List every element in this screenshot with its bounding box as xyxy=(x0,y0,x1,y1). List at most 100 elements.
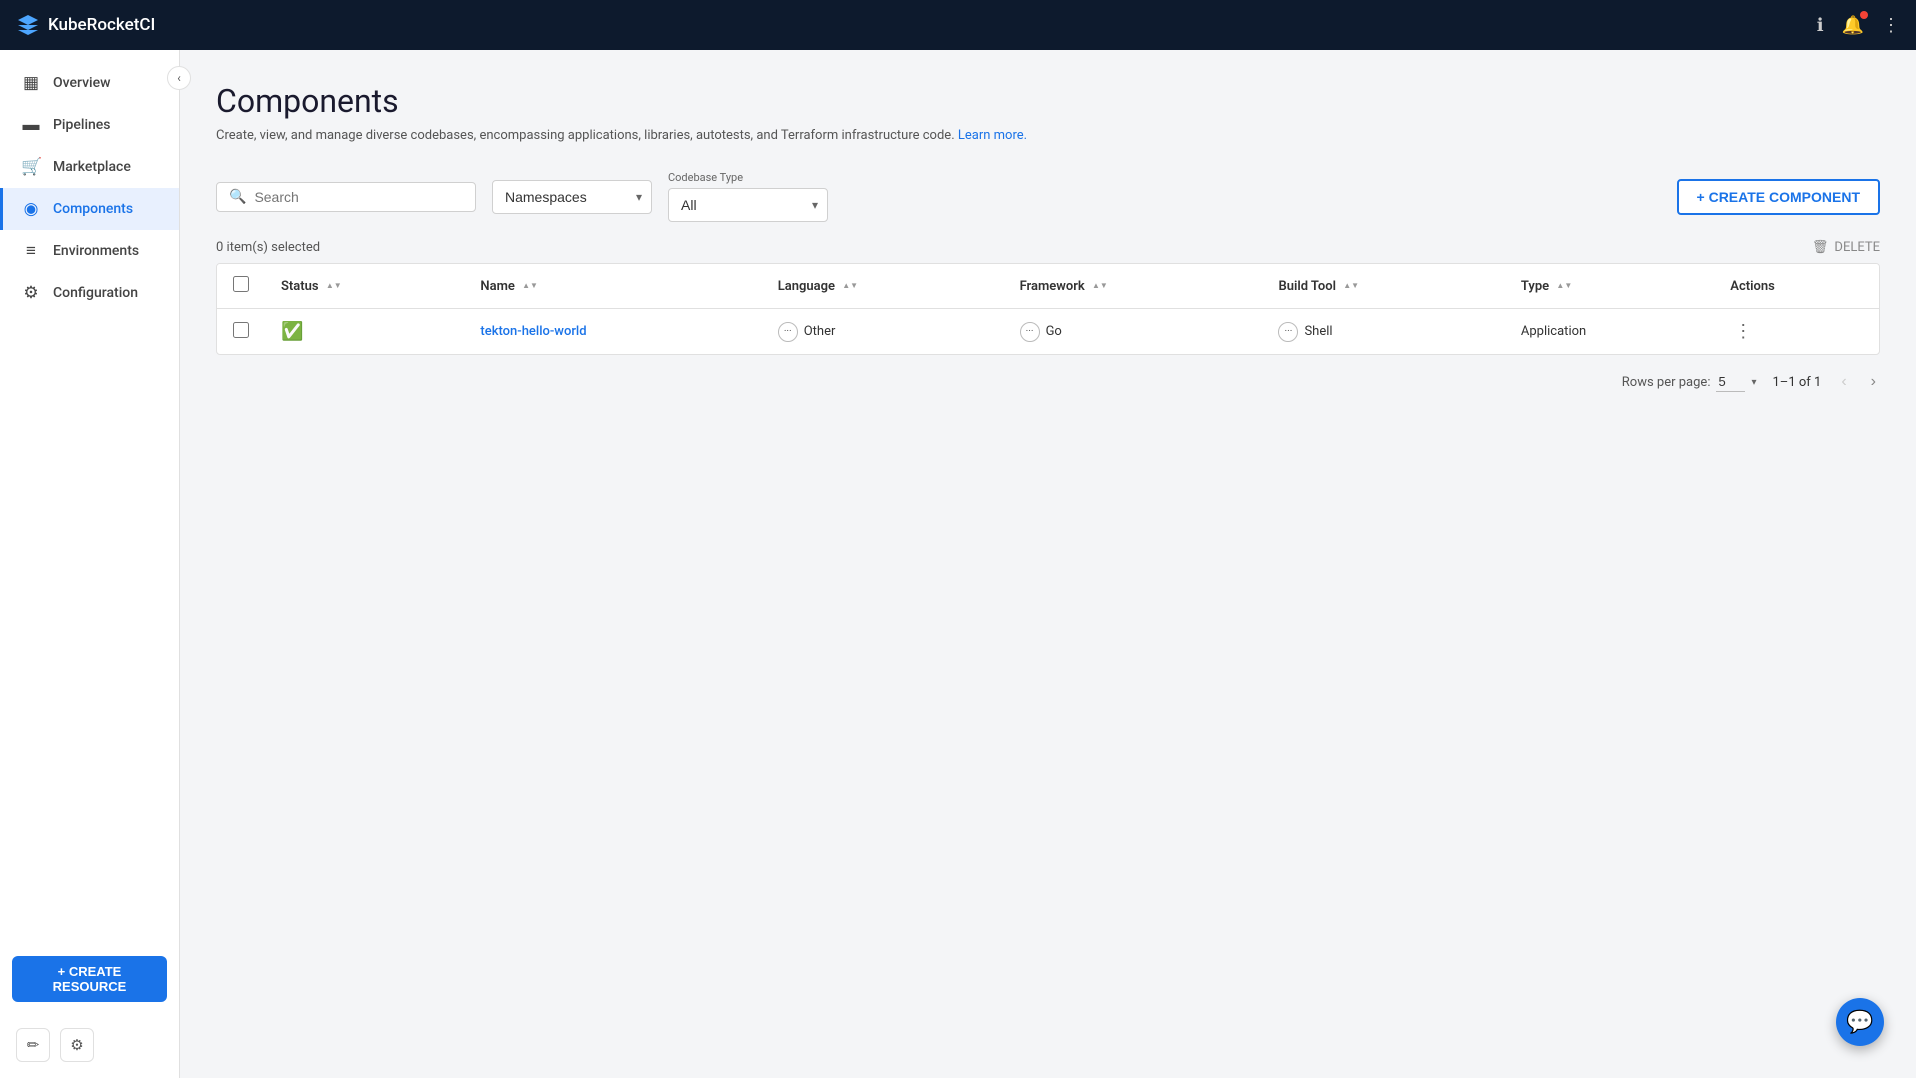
row-language-value: Other xyxy=(804,324,836,339)
search-wrapper: 🔍 xyxy=(216,182,476,212)
col-actions: Actions xyxy=(1714,264,1879,309)
row-language-cell: ··· Other xyxy=(762,309,1004,355)
row-checkbox[interactable] xyxy=(233,322,249,338)
col-type-label: Type xyxy=(1521,279,1549,294)
sidebar-item-label-pipelines: Pipelines xyxy=(53,117,111,133)
namespaces-select-wrapper: Namespaces ▾ xyxy=(492,180,652,214)
create-resource-button[interactable]: + CREATE RESOURCE xyxy=(12,956,167,1002)
row-type-value: Application xyxy=(1521,324,1586,339)
col-actions-label: Actions xyxy=(1730,279,1775,294)
table-row: ✅ tekton-hello-world ··· Other xyxy=(217,309,1879,355)
search-input[interactable] xyxy=(254,189,463,205)
row-more-actions-icon[interactable]: ⋮ xyxy=(1730,317,1756,346)
sidebar-bottom: ✏ ⚙ xyxy=(0,1016,179,1078)
col-type: Type ▲▼ xyxy=(1505,264,1714,309)
component-link[interactable]: tekton-hello-world xyxy=(480,324,586,339)
codebase-type-label: Codebase Type xyxy=(668,171,828,184)
select-all-header xyxy=(217,264,265,309)
prev-page-button[interactable]: ‹ xyxy=(1837,369,1850,395)
language-icon: ··· xyxy=(778,322,798,342)
brand-icon xyxy=(16,13,40,37)
framework-sort-icon[interactable]: ▲▼ xyxy=(1092,282,1108,290)
delete-button[interactable]: 🗑 DELETE xyxy=(1812,240,1880,255)
sidebar-nav: ▦ Overview ▬ Pipelines 🛒 Marketplace ◉ C… xyxy=(0,50,179,946)
filters-bar: 🔍 Namespaces ▾ Codebase Type All Applica… xyxy=(216,171,1880,222)
rows-per-page: Rows per page: 5 10 25 ▾ xyxy=(1622,372,1757,392)
rows-per-page-select[interactable]: 5 10 25 xyxy=(1716,372,1745,392)
sidebar-item-environments[interactable]: ≡ Environments xyxy=(0,230,179,272)
row-framework-value: Go xyxy=(1046,324,1062,339)
framework-icon: ··· xyxy=(1020,322,1040,342)
notification-icon[interactable]: 🔔 xyxy=(1842,15,1864,36)
col-framework: Framework ▲▼ xyxy=(1004,264,1263,309)
col-name: Name ▲▼ xyxy=(464,264,761,309)
build-tool-sort-icon[interactable]: ▲▼ xyxy=(1343,282,1359,290)
components-table: Status ▲▼ Name ▲▼ Language ▲▼ Framewor xyxy=(216,263,1880,355)
table-header: Status ▲▼ Name ▲▼ Language ▲▼ Framewor xyxy=(217,264,1879,309)
overview-icon: ▦ xyxy=(21,73,41,93)
learn-more-link[interactable]: Learn more. xyxy=(958,128,1027,143)
sidebar-item-label-marketplace: Marketplace xyxy=(53,159,131,175)
type-sort-icon[interactable]: ▲▼ xyxy=(1556,282,1572,290)
topnav: KubeRocketCI ℹ 🔔 ⋮ xyxy=(0,0,1916,50)
sidebar-item-components[interactable]: ◉ Components xyxy=(0,188,179,230)
configuration-icon: ⚙ xyxy=(21,283,41,303)
chat-fab[interactable]: 💬 xyxy=(1836,998,1884,1046)
row-framework-cell: ··· Go xyxy=(1004,309,1263,355)
sidebar-item-label-components: Components xyxy=(53,201,133,217)
col-name-label: Name xyxy=(480,279,514,294)
brand-name: KubeRocketCI xyxy=(48,15,155,35)
namespaces-select[interactable]: Namespaces xyxy=(492,180,652,214)
page-info: 1–1 of 1 xyxy=(1773,375,1822,390)
row-status-cell: ✅ xyxy=(265,309,464,355)
sidebar-item-label-environments: Environments xyxy=(53,243,139,259)
codebase-type-select[interactable]: All Application Library Autotest xyxy=(668,188,828,222)
page-description: Create, view, and manage diverse codebas… xyxy=(216,128,1880,143)
col-build-tool: Build Tool ▲▼ xyxy=(1262,264,1504,309)
sidebar-item-marketplace[interactable]: 🛒 Marketplace xyxy=(0,146,179,188)
codebase-type-group: Codebase Type All Application Library Au… xyxy=(668,171,828,222)
row-type-cell: Application xyxy=(1505,309,1714,355)
topnav-actions: ℹ 🔔 ⋮ xyxy=(1817,15,1900,36)
pipelines-icon: ▬ xyxy=(21,115,41,135)
edit-icon[interactable]: ✏ xyxy=(16,1028,50,1062)
row-name-cell: tekton-hello-world xyxy=(464,309,761,355)
next-page-button[interactable]: › xyxy=(1867,369,1880,395)
table-meta: 0 item(s) selected 🗑 DELETE xyxy=(216,240,1880,255)
col-language-label: Language xyxy=(778,279,835,294)
pagination-bar: Rows per page: 5 10 25 ▾ 1–1 of 1 ‹ › xyxy=(216,369,1880,395)
settings-icon[interactable]: ⚙ xyxy=(60,1028,94,1062)
components-icon: ◉ xyxy=(21,199,41,219)
language-sort-icon[interactable]: ▲▼ xyxy=(842,282,858,290)
col-build-tool-label: Build Tool xyxy=(1278,279,1336,294)
sidebar-item-pipelines[interactable]: ▬ Pipelines xyxy=(0,104,179,146)
col-language: Language ▲▼ xyxy=(762,264,1004,309)
table: Status ▲▼ Name ▲▼ Language ▲▼ Framewor xyxy=(217,264,1879,354)
row-build-tool-cell: ··· Shell xyxy=(1262,309,1504,355)
info-icon[interactable]: ℹ xyxy=(1817,15,1824,36)
search-icon: 🔍 xyxy=(229,189,246,205)
sidebar-item-label-overview: Overview xyxy=(53,75,110,91)
create-component-button[interactable]: + CREATE COMPONENT xyxy=(1677,179,1880,215)
name-sort-icon[interactable]: ▲▼ xyxy=(522,282,538,290)
chat-icon: 💬 xyxy=(1846,1010,1873,1035)
sidebar-item-configuration[interactable]: ⚙ Configuration xyxy=(0,272,179,314)
col-status: Status ▲▼ xyxy=(265,264,464,309)
sidebar-collapse-button[interactable]: ‹ xyxy=(167,66,191,90)
more-menu-icon[interactable]: ⋮ xyxy=(1882,15,1900,36)
brand: KubeRocketCI xyxy=(16,13,155,37)
sidebar-item-overview[interactable]: ▦ Overview xyxy=(0,62,179,104)
selected-count: 0 item(s) selected xyxy=(216,240,320,255)
main-content: Components Create, view, and manage dive… xyxy=(180,50,1916,1078)
environments-icon: ≡ xyxy=(21,241,41,261)
row-build-tool-value: Shell xyxy=(1304,324,1332,339)
table-body: ✅ tekton-hello-world ··· Other xyxy=(217,309,1879,355)
status-sort-icon[interactable]: ▲▼ xyxy=(326,282,342,290)
sidebar-item-label-configuration: Configuration xyxy=(53,285,138,301)
rows-per-page-label: Rows per page: xyxy=(1622,375,1711,390)
row-checkbox-cell xyxy=(217,309,265,355)
rows-per-page-chevron-icon: ▾ xyxy=(1751,377,1756,388)
notif-badge xyxy=(1860,11,1868,19)
select-all-checkbox[interactable] xyxy=(233,276,249,292)
delete-label: DELETE xyxy=(1834,240,1880,255)
